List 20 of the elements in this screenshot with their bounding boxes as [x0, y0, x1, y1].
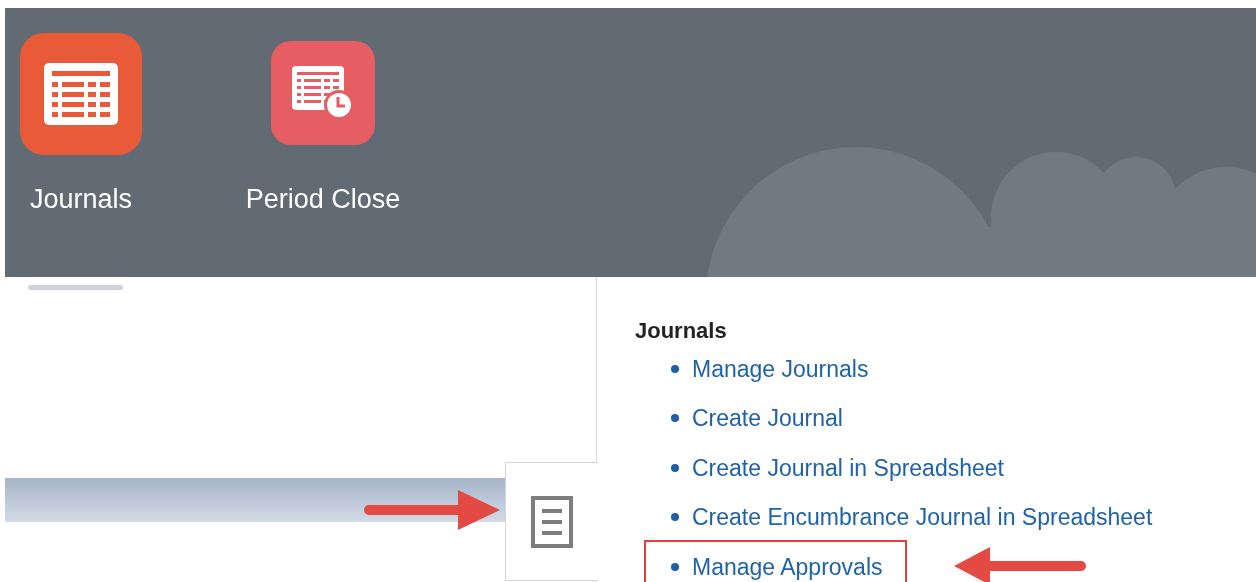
- tasks-button[interactable]: [505, 462, 598, 581]
- list-icon: [531, 495, 573, 548]
- task-link[interactable]: Manage Journals: [692, 351, 869, 386]
- app-tile[interactable]: [271, 41, 375, 145]
- tile-label[interactable]: Journals: [29, 179, 133, 220]
- task-link[interactable]: Create Journal: [692, 401, 843, 436]
- drag-handle[interactable]: [28, 285, 123, 290]
- section-heading: Journals: [635, 317, 728, 344]
- app-tile[interactable]: [20, 33, 142, 155]
- bullet-dot: [671, 364, 679, 373]
- task-link[interactable]: Manage Approvals: [692, 549, 883, 582]
- task-link[interactable]: Create Encumbrance Journal in Spreadsheet: [692, 500, 1153, 535]
- bullet-dot: [671, 463, 679, 472]
- bullet-dot: [671, 513, 679, 522]
- bullet-dot: [671, 562, 679, 571]
- table-clock-icon: [292, 66, 354, 120]
- bullet-dot: [671, 414, 679, 423]
- tile-label[interactable]: Period Close: [245, 179, 401, 220]
- table-icon: [44, 63, 118, 125]
- task-link[interactable]: Create Journal in Spreadsheet: [692, 450, 1004, 485]
